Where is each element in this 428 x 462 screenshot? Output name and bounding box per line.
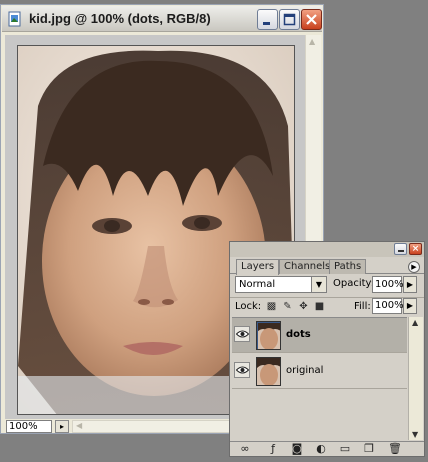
lock-label: Lock: — [235, 301, 262, 312]
tab-channels[interactable]: Channels — [279, 259, 336, 274]
scroll-left-arrow-icon[interactable]: ◀ — [76, 421, 82, 430]
group-folder-icon[interactable]: ▭ — [338, 443, 352, 456]
document-titlebar[interactable]: kid.jpg @ 100% (dots, RGB/8) — [2, 6, 322, 32]
scroll-up-arrow-icon[interactable]: ▲ — [309, 37, 315, 46]
layers-list-scrollbar[interactable]: ▲ ▼ — [408, 317, 423, 440]
layers-list: dots original — [232, 317, 407, 440]
layer-name: dots — [286, 329, 311, 340]
zoom-field[interactable]: 100% — [6, 420, 52, 433]
layer-row-dots[interactable]: dots — [232, 318, 407, 353]
layer-thumbnail — [256, 357, 281, 386]
tab-layers[interactable]: Layers — [236, 259, 280, 275]
lock-position-icon[interactable]: ✥ — [298, 301, 309, 312]
opacity-label: Opacity: — [333, 278, 375, 289]
minimize-button[interactable] — [257, 9, 278, 30]
layer-row-original[interactable]: original — [232, 354, 407, 389]
palette-tabs: Layers Channels Paths — [230, 257, 424, 275]
link-layers-icon[interactable]: ∞ — [238, 443, 252, 456]
layer-thumbnail — [256, 321, 281, 350]
lock-transparent-pixels-icon[interactable]: ▩ — [266, 301, 277, 312]
scroll-down-arrow-icon[interactable]: ▼ — [412, 430, 418, 439]
trash-icon[interactable]: 🗑 — [388, 443, 402, 456]
maximize-button[interactable] — [279, 9, 300, 30]
close-button[interactable] — [301, 9, 322, 30]
chevron-down-icon: ▼ — [311, 277, 326, 292]
fill-label: Fill: — [354, 301, 371, 312]
fill-input[interactable]: 100% — [372, 298, 404, 314]
palette-minimize-button[interactable] — [394, 243, 407, 255]
photoshop-document-icon — [7, 11, 23, 27]
palette-footer: ∞ ƒ ◙ ◐ ▭ ❐ 🗑 — [230, 441, 424, 456]
adjustment-layer-icon[interactable]: ◐ — [314, 443, 328, 456]
visibility-eye-icon[interactable] — [234, 362, 250, 378]
lock-all-icon[interactable]: ■ — [314, 301, 325, 312]
visibility-eye-icon[interactable] — [234, 326, 250, 342]
palette-titlebar[interactable]: × — [230, 242, 424, 257]
close-icon — [306, 14, 317, 25]
palette-menu-button[interactable]: ▶ — [408, 261, 420, 273]
lock-image-pixels-icon[interactable]: ✎ — [282, 301, 293, 312]
new-layer-icon[interactable]: ❐ — [362, 443, 376, 456]
layer-mask-icon[interactable]: ◙ — [290, 443, 304, 456]
scroll-up-arrow-icon[interactable]: ▲ — [412, 318, 418, 327]
blend-mode-value: Normal — [239, 279, 276, 290]
tab-paths[interactable]: Paths — [329, 259, 367, 274]
layer-name: original — [286, 365, 324, 376]
opacity-input[interactable]: 100% — [372, 276, 404, 293]
palette-close-button[interactable]: × — [409, 243, 422, 255]
maximize-icon — [283, 13, 296, 26]
opacity-slider-button[interactable]: ▶ — [403, 276, 417, 293]
document-title: kid.jpg @ 100% (dots, RGB/8) — [29, 11, 211, 26]
layer-style-icon[interactable]: ƒ — [266, 443, 280, 456]
layers-palette: × Layers Channels Paths ▶ Normal ▼ Opaci… — [229, 241, 425, 457]
status-menu-button[interactable]: ▸ — [55, 420, 69, 433]
minimize-icon — [263, 22, 270, 25]
blend-mode-select[interactable]: Normal ▼ — [235, 276, 327, 293]
fill-slider-button[interactable]: ▶ — [403, 298, 417, 314]
